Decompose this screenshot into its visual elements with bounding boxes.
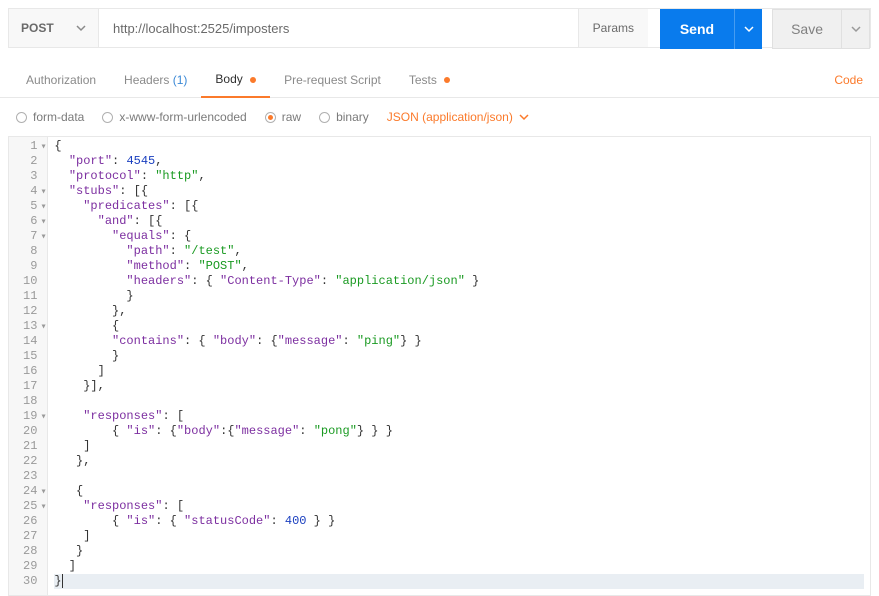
radio-icon: [16, 112, 27, 123]
body-type-urlencoded[interactable]: x-www-form-urlencoded: [102, 110, 246, 124]
chevron-down-icon: [851, 24, 861, 34]
send-button[interactable]: Send: [660, 9, 734, 49]
body-type-row: form-data x-www-form-urlencoded raw bina…: [0, 98, 879, 136]
content-type-select[interactable]: JSON (application/json): [387, 110, 529, 124]
tab-headers[interactable]: Headers (1): [110, 65, 201, 97]
body-type-raw[interactable]: raw: [265, 110, 301, 124]
radio-icon: [319, 112, 330, 123]
http-method-value: POST: [21, 21, 54, 35]
tab-tests[interactable]: Tests: [395, 65, 464, 97]
tab-authorization[interactable]: Authorization: [12, 65, 110, 97]
tests-indicator-icon: [444, 77, 450, 83]
chevron-down-icon: [519, 112, 529, 122]
headers-count: (1): [173, 73, 188, 87]
url-input[interactable]: [99, 9, 578, 47]
body-type-binary[interactable]: binary: [319, 110, 369, 124]
chevron-down-icon: [744, 24, 754, 34]
http-method-select[interactable]: POST: [9, 9, 99, 47]
chevron-down-icon: [76, 23, 86, 33]
editor-code[interactable]: { "port": 4545, "protocol": "http", "stu…: [48, 137, 870, 595]
editor-gutter: 1234567891011121314151617181920212223242…: [9, 137, 48, 595]
send-group: Send: [660, 9, 762, 47]
save-button[interactable]: Save: [772, 9, 842, 49]
request-tabs: Authorization Headers (1) Body Pre-reque…: [0, 48, 879, 98]
radio-icon: [102, 112, 113, 123]
unsaved-indicator-icon: [250, 77, 256, 83]
body-type-formdata[interactable]: form-data: [16, 110, 84, 124]
code-link[interactable]: Code: [834, 73, 863, 87]
request-topbar: POST Params Send Save: [8, 8, 871, 48]
send-dropdown[interactable]: [734, 9, 762, 49]
params-button[interactable]: Params: [578, 9, 648, 47]
radio-checked-icon: [265, 112, 276, 123]
save-dropdown[interactable]: [842, 9, 870, 49]
save-group: Save: [772, 9, 870, 47]
tab-body[interactable]: Body: [201, 64, 270, 98]
tab-prerequest[interactable]: Pre-request Script: [270, 65, 395, 97]
body-editor[interactable]: 1234567891011121314151617181920212223242…: [8, 136, 871, 596]
